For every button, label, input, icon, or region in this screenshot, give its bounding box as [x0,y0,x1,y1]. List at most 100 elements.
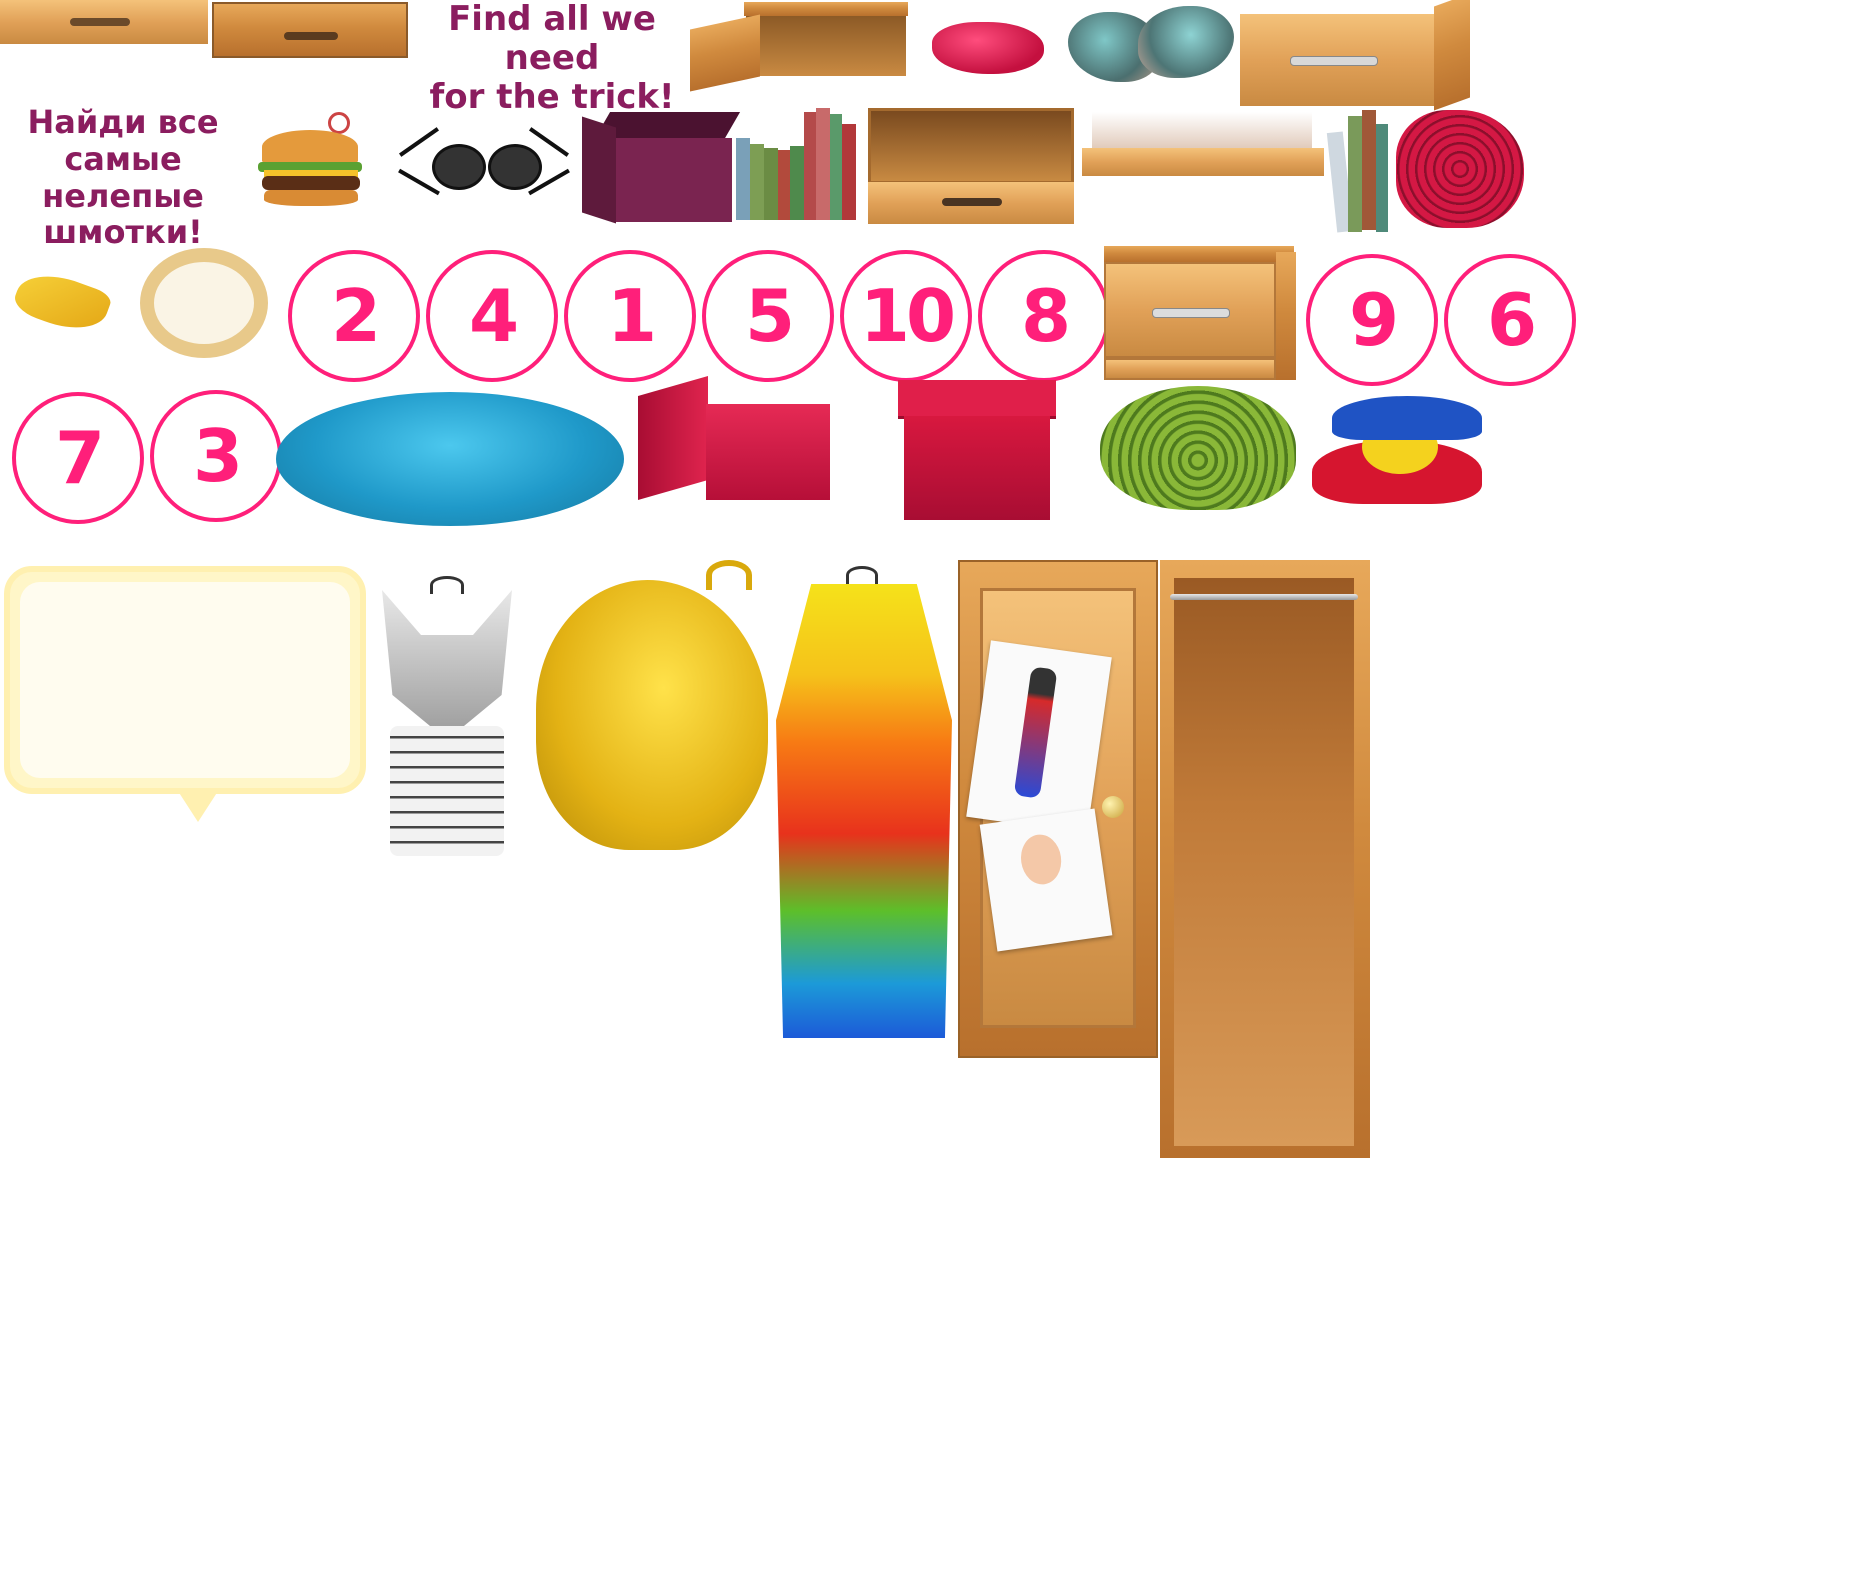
drawer-face [1240,14,1436,106]
shoe-right [1138,6,1234,78]
book [1376,124,1388,232]
book-row-sprite[interactable] [736,108,866,220]
dresser-top [1104,246,1294,262]
burger-bun-bottom [264,190,358,206]
number-badge-7[interactable]: 7 [12,392,144,524]
shelf-shadow [1092,112,1312,152]
blue-rug-sprite[interactable] [276,392,624,526]
drawer-front-sprite[interactable] [0,0,208,44]
english-prompt: Find all we need for the trick! [408,0,696,117]
russian-prompt-line2: самые нелепые [42,139,204,215]
book [842,124,856,220]
hanger-icon [430,576,464,594]
burger-keychain-sprite[interactable] [256,112,368,212]
book [816,108,830,220]
red-box-open-sprite[interactable] [632,375,832,510]
book [1362,110,1376,230]
green-scale-hat-sprite[interactable] [1100,386,1296,510]
books-stack-sprite[interactable] [1326,106,1390,233]
rainbow-wig-sprite[interactable] [776,566,952,1038]
red-scarf-sprite[interactable] [932,22,1044,74]
number-badge-9[interactable]: 9 [1306,254,1438,386]
book [750,144,764,220]
banana-peel-body [10,263,114,341]
number-badge-5[interactable]: 5 [702,250,834,382]
drawer-cavity [868,108,1074,184]
sweater-body [390,726,504,856]
fox-head [382,590,512,740]
box-body [706,404,830,500]
straw-hat-sprite[interactable] [140,248,268,358]
russian-prompt-line1: Найди все [27,103,219,141]
fashion-sketch-1 [966,640,1112,834]
book [804,112,816,220]
drawer-side-panel [1434,0,1470,111]
sketch-face [1017,831,1065,888]
burger-bun-top [262,130,358,164]
glasses-lens-left [432,144,486,190]
open-drawer-large-sprite[interactable] [868,108,1076,224]
door-knob-icon [1102,796,1124,818]
hanger-icon [846,566,878,584]
speech-bubble-body [4,566,366,794]
spider-glasses-sprite[interactable] [396,110,572,218]
dresser-lower-drawer [1104,358,1276,380]
russian-prompt-line3: шмотки! [43,213,203,252]
box-lid [638,375,708,501]
drawer-open-sprite[interactable] [212,2,408,58]
number-badge-1[interactable]: 1 [564,250,696,382]
number-badge-3[interactable]: 3 [150,390,282,522]
russian-prompt: Найди все самые нелепые шмотки! [0,104,246,251]
wardrobe-cavity [1174,578,1354,1146]
purple-box-sprite[interactable] [582,112,741,224]
spider-leg [399,127,439,157]
book [790,146,804,220]
number-badge-4[interactable]: 4 [426,250,558,382]
fashion-sketch-2 [979,808,1113,952]
wooden-shelf-sprite[interactable] [1082,112,1326,192]
sketch-figure [1013,666,1058,799]
drawer-handle-icon [70,18,130,26]
shelf-board [1082,148,1324,176]
number-badge-10[interactable]: 10 [840,250,972,382]
eye-pillow-hat-sprite[interactable] [1312,396,1484,504]
wardrobe-door-sprite[interactable] [958,560,1158,1058]
drawer-side-panel [690,14,760,92]
beanbag-handle [706,560,752,590]
book [1348,116,1362,232]
box-side [582,116,616,224]
box-body [904,416,1050,520]
english-prompt-line1: Find all we need [448,0,656,79]
drawer-with-handle-sprite[interactable] [1240,0,1472,111]
drawer-back-panel [744,2,908,16]
box-lid [898,380,1056,419]
number-badge-8[interactable]: 8 [978,250,1110,382]
pillow-blue-lid [1332,396,1482,440]
keychain-ring-icon [328,112,350,134]
drawer-face [868,182,1074,224]
box-front [612,138,732,222]
number-badge-2[interactable]: 2 [288,250,420,382]
wardrobe-interior-sprite[interactable] [1160,560,1370,1160]
drawer-handle-icon [1152,308,1230,318]
number-badge-6[interactable]: 6 [1444,254,1576,386]
beanbag-body [536,580,768,850]
burger-patty [262,176,360,190]
wig-strands [776,584,952,1038]
drawer-handle-icon [284,32,338,40]
speech-bubble-sprite[interactable] [4,566,366,822]
speech-bubble-tail [176,788,220,822]
drawer-empty-sprite[interactable] [690,2,912,92]
red-knit-hat-sprite[interactable] [1396,110,1524,228]
book [830,114,842,220]
speech-bubble-inner [20,582,350,778]
dresser-sprite[interactable] [1104,246,1296,380]
dresser-drawer [1104,262,1276,358]
yellow-beanbag-sprite[interactable] [536,560,768,868]
red-box-closed-sprite[interactable] [898,380,1064,530]
fox-sweater-sprite[interactable] [382,576,512,858]
book [736,138,750,220]
banana-peel-sprite[interactable] [6,263,114,341]
glasses-lens-right [488,144,542,190]
sequin-shoes-sprite[interactable] [1068,2,1240,96]
